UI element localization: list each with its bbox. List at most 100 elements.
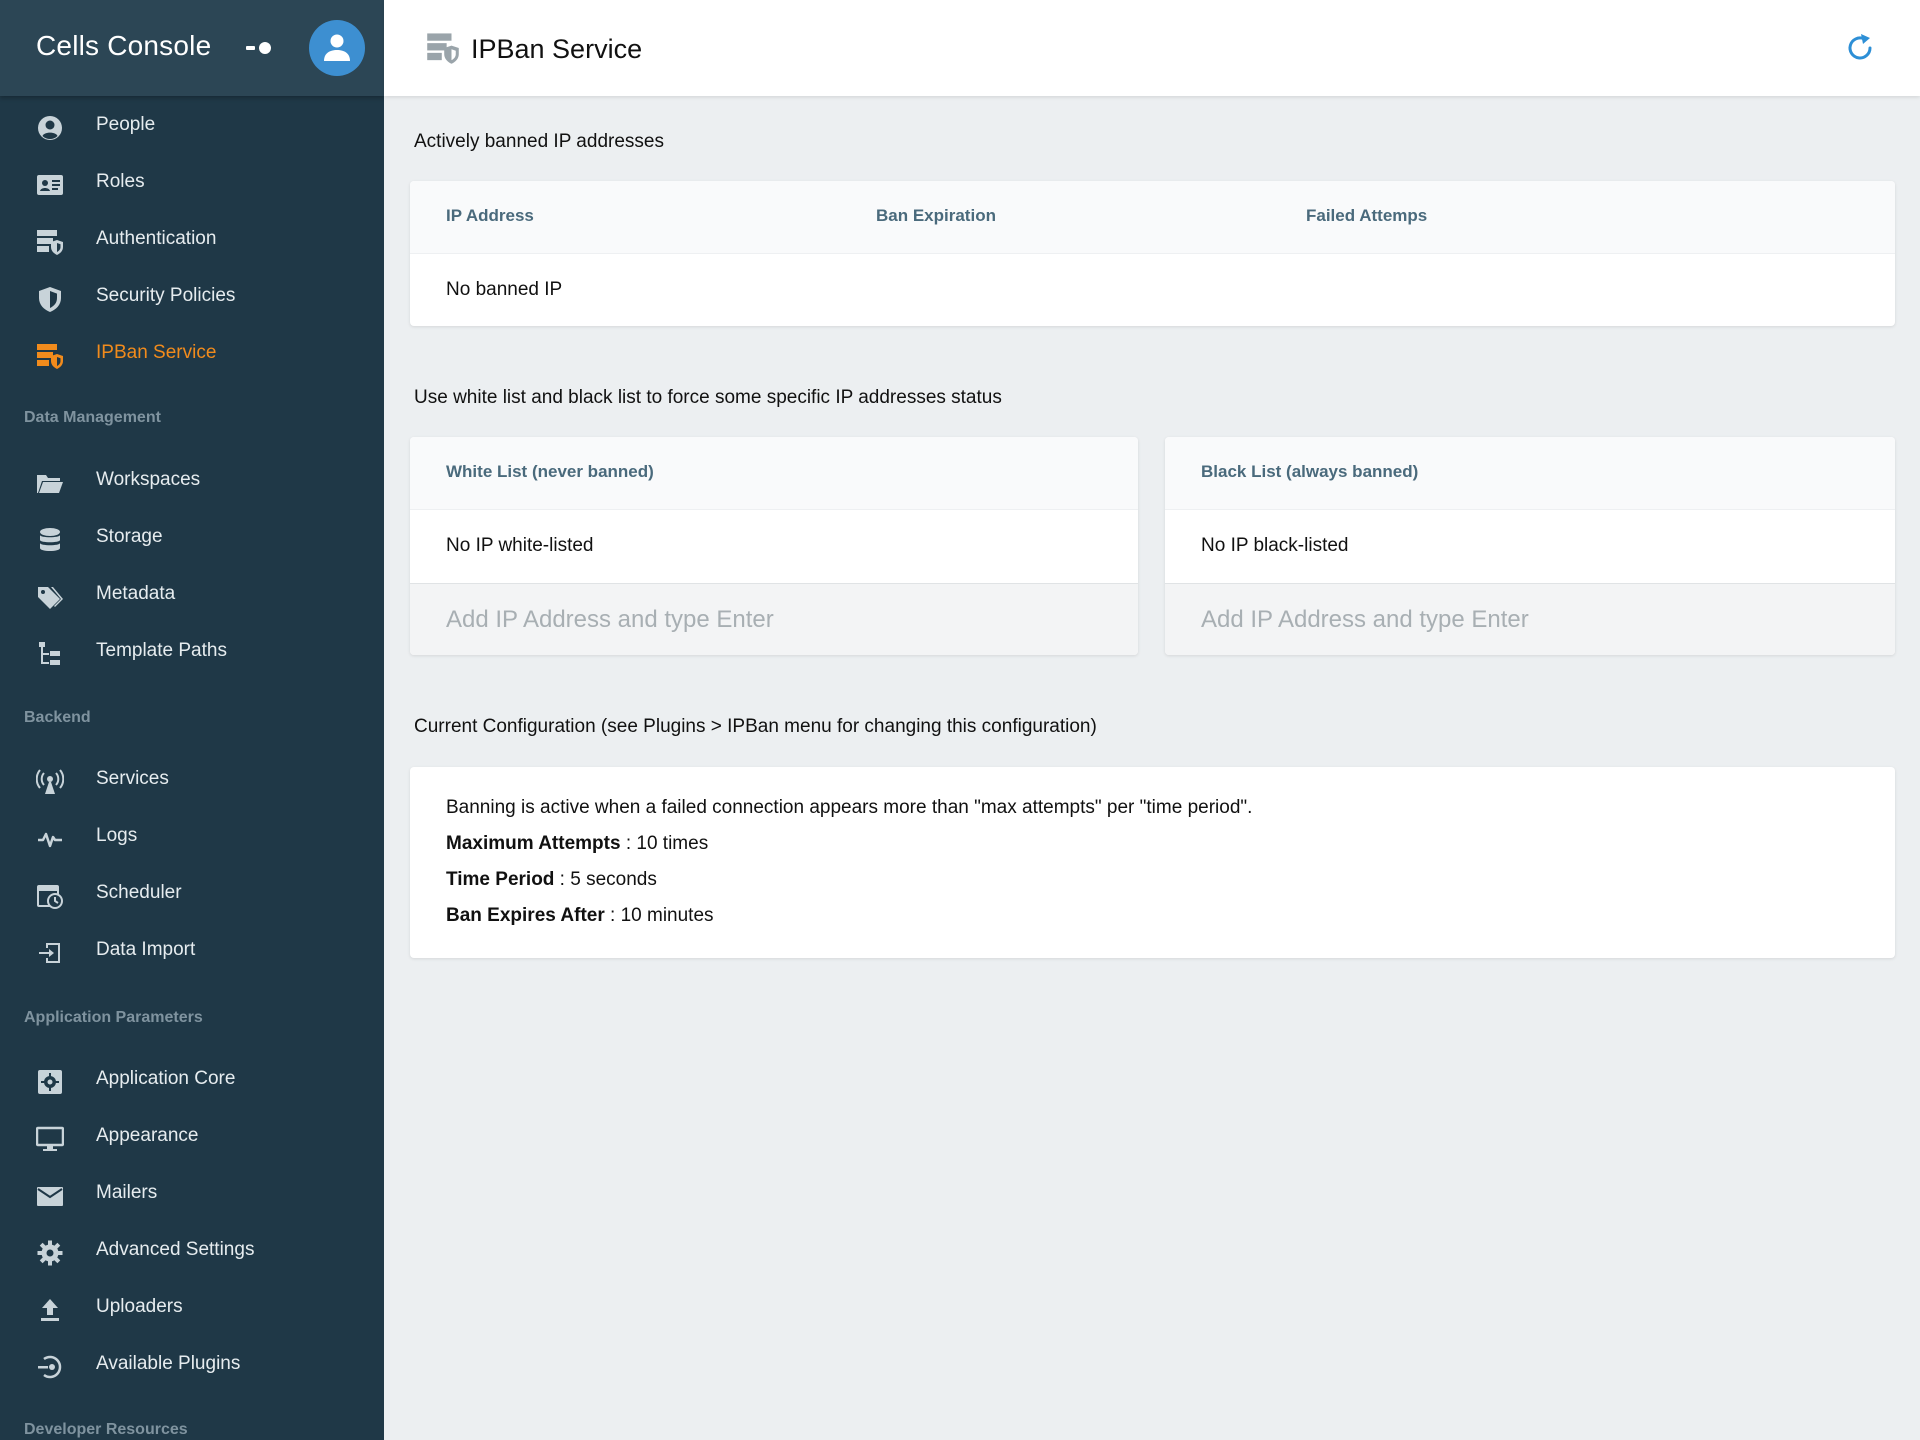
sidebar-item-advanced-settings[interactable]: Advanced Settings [0, 1224, 384, 1281]
white-list-panel: White List (never banned) No IP white-li… [410, 437, 1138, 655]
sidebar-item-label: Uploaders [96, 1296, 183, 1317]
config-max-attempts-label: Maximum Attempts [446, 833, 621, 854]
sidebar-item-application-core[interactable]: Application Core [0, 1053, 384, 1110]
section-title-data-management: Data Management [24, 409, 161, 426]
gear-icon [36, 1239, 64, 1267]
sidebar-toggle-icon[interactable] [244, 36, 276, 60]
sidebar-item-label: Workspaces [96, 469, 201, 490]
config-panel: Banning is active when a failed connecti… [410, 767, 1895, 958]
tags-icon [36, 583, 64, 611]
config-max-attempts-value: : 10 times [620, 833, 709, 854]
sidebar-item-label: Metadata [96, 583, 176, 604]
white-list-title: White List (never banned) [446, 462, 654, 481]
config-time-period-label: Time Period [446, 869, 555, 890]
server-shield-icon [426, 30, 460, 66]
config-time-period-value: : 5 seconds [554, 869, 657, 890]
sidebar-item-available-plugins[interactable]: Available Plugins [0, 1338, 384, 1395]
pulse-icon [36, 825, 64, 853]
config-section-label: Current Configuration (see Plugins > IPB… [414, 716, 1097, 737]
sidebar-item-template-paths[interactable]: Template Paths [0, 625, 384, 682]
sidebar-item-label: Authentication [96, 228, 217, 249]
sidebar-header: Cells Console [0, 0, 384, 96]
sidebar-item-workspaces[interactable]: Workspaces [0, 454, 384, 511]
column-header-ip-address[interactable]: IP Address [446, 206, 534, 226]
sidebar-item-label: Logs [96, 825, 138, 846]
page-header: IPBan Service [384, 0, 1920, 96]
user-avatar[interactable] [309, 20, 365, 76]
sidebar: Cells Console People Roles Authenticatio… [0, 0, 384, 1440]
sidebar-item-logs[interactable]: Logs [0, 810, 384, 867]
sidebar-item-uploaders[interactable]: Uploaders [0, 1281, 384, 1338]
config-max-attempts: Maximum Attempts : 10 times [446, 833, 708, 855]
config-description: Banning is active when a failed connecti… [446, 797, 1253, 818]
sidebar-item-label: Mailers [96, 1182, 158, 1203]
refresh-icon[interactable] [1844, 32, 1876, 64]
white-list-empty-text: No IP white-listed [446, 535, 594, 556]
shield-icon [36, 285, 64, 313]
config-ban-expires-label: Ban Expires After [446, 905, 605, 926]
plugin-icon [36, 1353, 64, 1381]
mail-icon [36, 1182, 64, 1210]
config-ban-expires: Ban Expires After : 10 minutes [446, 905, 714, 927]
sidebar-item-label: Appearance [96, 1125, 199, 1146]
white-list-input[interactable] [410, 583, 1138, 655]
sidebar-item-label: Data Import [96, 939, 196, 960]
page-title: IPBan Service [471, 34, 643, 64]
person-icon [324, 34, 350, 61]
sidebar-item-metadata[interactable]: Metadata [0, 568, 384, 625]
person-circle-icon [36, 114, 64, 142]
calendar-clock-icon [36, 882, 64, 910]
sidebar-item-label: Available Plugins [96, 1353, 241, 1374]
section-title-developer-resources: Developer Resources [24, 1421, 188, 1438]
sidebar-item-people[interactable]: People [0, 99, 384, 156]
sidebar-item-services[interactable]: Services [0, 753, 384, 810]
sidebar-item-scheduler[interactable]: Scheduler [0, 867, 384, 924]
column-header-failed-attempts[interactable]: Failed Attemps [1306, 206, 1427, 226]
sidebar-item-authentication[interactable]: Authentication [0, 213, 384, 270]
white-list-header: White List (never banned) [410, 437, 1138, 510]
sidebar-item-label: People [96, 114, 156, 135]
table-header: IP Address Ban Expiration Failed Attemps [410, 181, 1895, 254]
section-title-application-parameters: Application Parameters [24, 1009, 203, 1026]
config-ban-expires-value: : 10 minutes [604, 905, 714, 926]
black-list-empty-text: No IP black-listed [1201, 535, 1349, 556]
black-list-header: Black List (always banned) [1165, 437, 1895, 510]
antenna-icon [36, 768, 64, 796]
black-list-input[interactable] [1165, 583, 1895, 655]
black-list-panel: Black List (always banned) No IP black-l… [1165, 437, 1895, 655]
sidebar-item-label: Storage [96, 526, 163, 547]
sidebar-item-label: Application Core [96, 1068, 236, 1089]
folder-open-icon [36, 469, 64, 497]
empty-state-text: No banned IP [446, 279, 563, 300]
sidebar-item-mailers[interactable]: Mailers [0, 1167, 384, 1224]
gear-box-icon [36, 1068, 64, 1096]
sidebar-item-label: IPBan Service [96, 342, 217, 363]
banned-ip-table: IP Address Ban Expiration Failed Attemps… [410, 181, 1895, 326]
upload-icon [36, 1296, 64, 1324]
server-shield-icon [36, 228, 64, 256]
sidebar-item-label: Services [96, 768, 169, 789]
file-tree-icon [36, 640, 64, 668]
sidebar-item-label: Advanced Settings [96, 1239, 255, 1260]
app-title: Cells Console [36, 30, 212, 61]
id-card-icon [36, 171, 64, 199]
sidebar-item-label: Scheduler [96, 882, 182, 903]
column-header-ban-expiration[interactable]: Ban Expiration [876, 206, 996, 226]
config-time-period: Time Period : 5 seconds [446, 869, 657, 891]
sidebar-item-security-policies[interactable]: Security Policies [0, 270, 384, 327]
sidebar-item-appearance[interactable]: Appearance [0, 1110, 384, 1167]
import-icon [36, 939, 64, 967]
sidebar-item-ipban-service[interactable]: IPBan Service [0, 327, 384, 384]
database-icon [36, 526, 64, 554]
sidebar-item-roles[interactable]: Roles [0, 156, 384, 213]
sidebar-item-label: Roles [96, 171, 145, 192]
sidebar-item-label: Security Policies [96, 285, 236, 306]
section-title-backend: Backend [24, 709, 91, 726]
monitor-icon [36, 1125, 64, 1153]
sidebar-item-storage[interactable]: Storage [0, 511, 384, 568]
sidebar-item-data-import[interactable]: Data Import [0, 924, 384, 981]
sidebar-item-label: Template Paths [96, 640, 227, 661]
lists-section-label: Use white list and black list to force s… [414, 387, 1002, 408]
black-list-title: Black List (always banned) [1201, 462, 1419, 481]
banned-section-label: Actively banned IP addresses [414, 131, 664, 152]
